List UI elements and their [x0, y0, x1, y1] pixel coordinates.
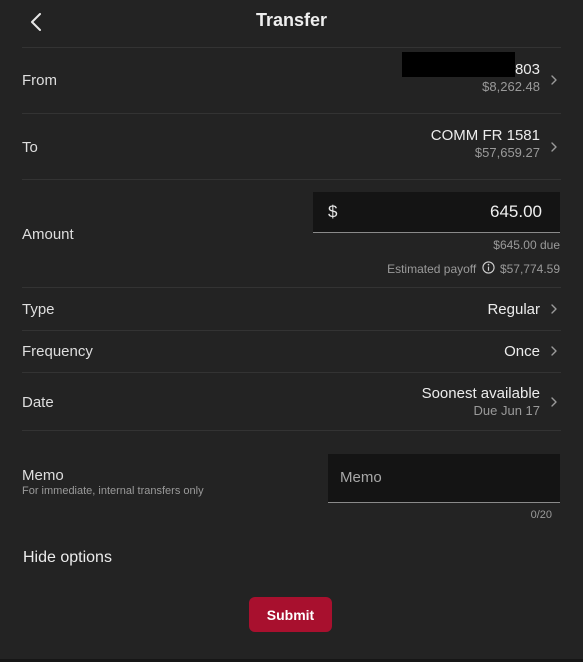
divider [22, 430, 561, 431]
amount-due: $645.00 due [493, 238, 560, 252]
type-label: Type [22, 301, 55, 318]
memo-field[interactable] [328, 454, 560, 503]
chevron-right-icon [549, 141, 559, 153]
from-account: 803 [514, 61, 540, 78]
transfer-panel: Transfer From 803 $8,262.48 To COMM FR 1… [0, 0, 583, 659]
amount-input[interactable] [362, 202, 542, 222]
page-title: Transfer [255, 10, 328, 30]
chevron-right-icon [549, 303, 559, 315]
chevron-right-icon [549, 74, 559, 86]
to-label: To [22, 139, 38, 156]
hide-options-link[interactable]: Hide options [23, 549, 112, 567]
memo-input[interactable] [340, 469, 550, 486]
amount-field[interactable]: $ [313, 192, 560, 233]
date-row[interactable]: Date Soonest available Due Jun 17 [0, 373, 583, 430]
amount-label: Amount [22, 226, 74, 243]
currency-symbol: $ [328, 202, 338, 221]
to-row[interactable]: To COMM FR 1581 $57,659.27 [0, 114, 583, 179]
submit-button[interactable]: Submit [249, 597, 332, 632]
estimated-payoff: Estimated payoff $57,774.59 [387, 261, 560, 276]
date-label: Date [22, 394, 54, 411]
chevron-right-icon [549, 396, 559, 408]
date-value: Soonest available [421, 385, 540, 402]
frequency-row[interactable]: Frequency Once [0, 331, 583, 372]
type-value: Regular [487, 301, 540, 318]
redacted-account-name [402, 52, 515, 77]
payoff-value: $57,774.59 [499, 262, 560, 276]
memo-character-counter: 0/20 [530, 509, 552, 521]
info-icon[interactable] [481, 261, 495, 274]
date-due: Due Jun 17 [473, 403, 541, 418]
chevron-right-icon [549, 345, 559, 357]
from-label: From [22, 72, 57, 89]
memo-label: Memo [22, 467, 64, 484]
from-balance: $8,262.48 [482, 79, 540, 94]
to-balance: $57,659.27 [474, 145, 540, 160]
type-row[interactable]: Type Regular [0, 288, 583, 330]
frequency-label: Frequency [22, 343, 93, 360]
memo-hint: For immediate, internal transfers only [22, 485, 204, 497]
payoff-label: Estimated payoff [387, 262, 477, 276]
to-account: COMM FR 1581 [430, 127, 540, 144]
header: Transfer [0, 0, 583, 46]
frequency-value: Once [504, 343, 540, 360]
